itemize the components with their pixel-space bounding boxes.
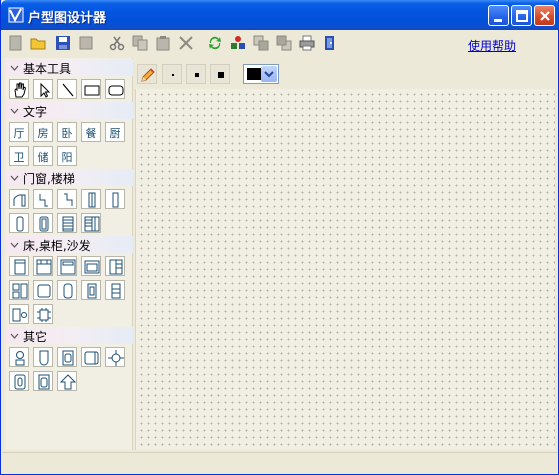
- window-icon[interactable]: [81, 189, 101, 209]
- section-doors-windows-stairs[interactable]: 门窗,楼梯: [5, 169, 133, 186]
- sofa-icon[interactable]: [57, 256, 77, 276]
- fridge-icon[interactable]: [9, 371, 29, 391]
- washbasin-icon[interactable]: [57, 347, 77, 367]
- compass-arrow-icon[interactable]: [57, 371, 77, 391]
- section-title: 门窗,楼梯: [23, 172, 75, 186]
- exit-icon[interactable]: [319, 32, 341, 54]
- copy-icon[interactable]: [129, 32, 151, 54]
- door-icon[interactable]: [9, 189, 29, 209]
- line-tool-icon[interactable]: [57, 79, 77, 99]
- text-storage-button[interactable]: 储: [33, 146, 53, 166]
- chevron-down-icon: [10, 105, 19, 119]
- section-title: 床,桌柜,沙发: [23, 239, 91, 253]
- table-icon[interactable]: [33, 280, 53, 300]
- new-file-icon[interactable]: [5, 32, 27, 54]
- round-table-icon[interactable]: [33, 304, 53, 324]
- chair-icon[interactable]: [57, 280, 77, 300]
- text-room-button[interactable]: 房: [33, 122, 53, 142]
- bookshelf-icon[interactable]: [105, 256, 125, 276]
- door-right-icon[interactable]: [57, 189, 77, 209]
- text-balcony-button[interactable]: 阳: [57, 146, 77, 166]
- stairs-square-icon[interactable]: [81, 213, 101, 233]
- app-window: 户型图设计器 使用帮助 基本工具 文字 厅 房 卧 餐 厨 卫 储 阳 门窗,楼…: [0, 0, 559, 475]
- rounded-rectangle-tool-icon[interactable]: [105, 79, 125, 99]
- section-furniture[interactable]: 床,桌柜,沙发: [5, 236, 133, 253]
- text-bathroom-button[interactable]: 卫: [9, 146, 29, 166]
- column-icon[interactable]: [9, 213, 29, 233]
- section-title: 基本工具: [23, 62, 72, 76]
- canvas-toolbar: [135, 60, 555, 88]
- open-folder-icon[interactable]: [27, 32, 49, 54]
- minimize-button[interactable]: [488, 5, 509, 26]
- toilet-icon[interactable]: [9, 347, 29, 367]
- print-icon[interactable]: [296, 32, 318, 54]
- shelf-icon[interactable]: [105, 280, 125, 300]
- text-dining-button[interactable]: 餐: [81, 122, 101, 142]
- title-bar[interactable]: 户型图设计器: [1, 0, 559, 30]
- sink-icon[interactable]: [81, 347, 101, 367]
- section-other[interactable]: 其它: [5, 327, 133, 344]
- nightstand-icon[interactable]: [81, 280, 101, 300]
- section-title: 其它: [23, 330, 48, 344]
- app-icon: [8, 7, 24, 23]
- cabinet-icon[interactable]: [9, 256, 29, 276]
- save-icon[interactable]: [52, 32, 74, 54]
- section-text[interactable]: 文字: [5, 102, 133, 119]
- chevron-down-icon: [10, 62, 19, 76]
- chevron-down-icon[interactable]: [261, 66, 277, 82]
- dining-set-icon[interactable]: [9, 304, 29, 324]
- chevron-down-icon: [10, 172, 19, 186]
- double-column-icon[interactable]: [33, 213, 53, 233]
- refresh-icon[interactable]: [204, 32, 226, 54]
- bed-icon[interactable]: [33, 256, 53, 276]
- chevron-down-icon: [10, 330, 19, 344]
- group-icon[interactable]: [227, 32, 249, 54]
- color-swatch: [247, 68, 261, 80]
- paste-icon[interactable]: [152, 32, 174, 54]
- door-left-icon[interactable]: [33, 189, 53, 209]
- bring-forward-icon[interactable]: [250, 32, 272, 54]
- fullscreen-icon[interactable]: [75, 32, 97, 54]
- rectangle-tool-icon[interactable]: [81, 79, 101, 99]
- stairs-icon[interactable]: [57, 213, 77, 233]
- send-backward-icon[interactable]: [273, 32, 295, 54]
- section-title: 文字: [23, 105, 48, 119]
- maximize-button[interactable]: [511, 5, 532, 26]
- hand-tool-icon[interactable]: [9, 79, 29, 99]
- status-bar: [2, 452, 558, 474]
- drawing-canvas[interactable]: [135, 89, 555, 450]
- medium-dot-icon[interactable]: [186, 64, 206, 84]
- close-button[interactable]: [534, 5, 555, 26]
- small-dot-icon[interactable]: [162, 64, 182, 84]
- chevron-down-icon: [10, 239, 19, 253]
- main-toolbar: 使用帮助: [2, 30, 558, 56]
- help-link[interactable]: 使用帮助: [468, 37, 516, 54]
- bathtub-icon[interactable]: [33, 347, 53, 367]
- delete-icon[interactable]: [175, 32, 197, 54]
- text-living-room-button[interactable]: 厅: [9, 122, 29, 142]
- large-dot-icon[interactable]: [210, 64, 230, 84]
- text-bedroom-button[interactable]: 卧: [57, 122, 77, 142]
- stove-icon[interactable]: [105, 347, 125, 367]
- text-kitchen-button[interactable]: 厨: [105, 122, 125, 142]
- wardrobe-icon[interactable]: [81, 256, 101, 276]
- pointer-tool-icon[interactable]: [33, 79, 53, 99]
- washer-icon[interactable]: [33, 371, 53, 391]
- cut-icon[interactable]: [106, 32, 128, 54]
- window-thin-icon[interactable]: [105, 189, 125, 209]
- section-basic-tools[interactable]: 基本工具: [5, 59, 133, 76]
- window-title: 户型图设计器: [28, 11, 107, 26]
- color-picker[interactable]: [243, 64, 279, 84]
- shape-palette: 基本工具 文字 厅 房 卧 餐 厨 卫 储 阳 门窗,楼梯 床,桌柜,沙发 其它: [5, 58, 133, 450]
- pencil-icon[interactable]: [137, 64, 157, 84]
- drawer-icon[interactable]: [9, 280, 29, 300]
